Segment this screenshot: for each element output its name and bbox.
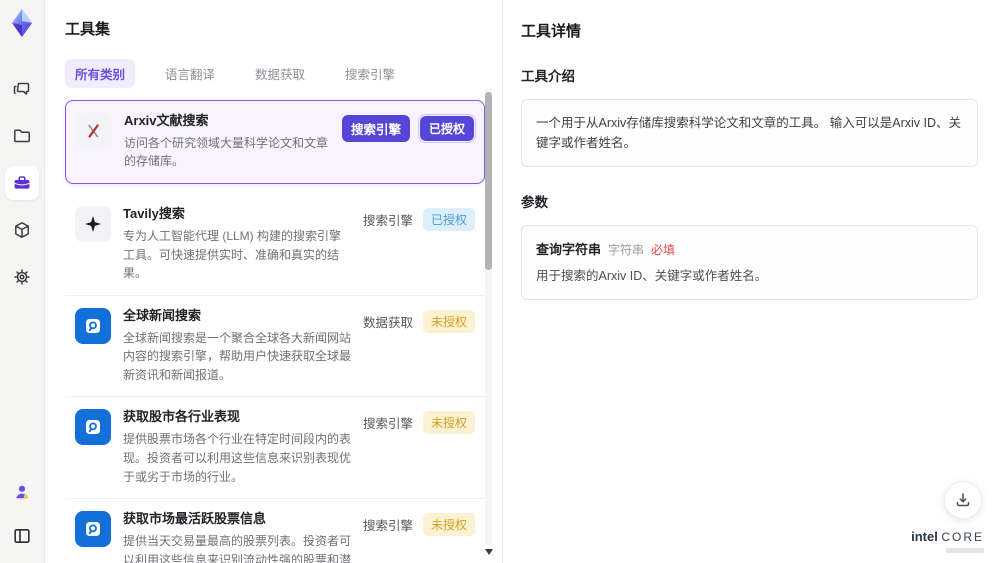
sidebar-item-packages[interactable]	[5, 213, 39, 247]
intro-section-label: 工具介绍	[521, 69, 575, 84]
auth-badge: 未授权	[422, 309, 475, 333]
tool-description: 全球新闻搜索是一个聚合全球各大新闻网站内容的搜索引擎，帮助用户快速获取全球最新资…	[123, 330, 352, 382]
briefcase-icon	[12, 173, 32, 193]
tool-name: Tavily搜索	[123, 206, 185, 222]
scrollbar-track[interactable]	[485, 88, 492, 545]
sidebar-item-files[interactable]	[5, 119, 39, 153]
auth-badge: 已授权	[417, 114, 477, 143]
params-section-label: 参数	[521, 195, 548, 210]
panel-icon	[12, 526, 32, 546]
category-tab[interactable]: 所有类别	[65, 59, 136, 88]
tab-label: 搜索引擎	[345, 68, 396, 82]
tool-list: Arxiv文献搜索 访问各个研究领域大量科学论文和文章的存储库。 搜索引擎 已授…	[65, 100, 485, 563]
user-avatar[interactable]	[5, 475, 39, 509]
tool-tags: 数据获取 未授权	[363, 308, 475, 333]
collapse-sidebar-button[interactable]	[5, 519, 39, 553]
cube-icon	[12, 220, 32, 240]
category-tag: 搜索引擎	[362, 417, 413, 432]
tab-label: 语言翻译	[165, 68, 216, 82]
sidebar-item-chat[interactable]	[5, 72, 39, 106]
scrollbar-thumb[interactable]	[485, 92, 492, 270]
page-title: 工具集	[65, 21, 111, 38]
tool-info: Tavily搜索 专为人工智能代理 (LLM) 构建的搜索引擎工具。可快速提供实…	[123, 206, 363, 283]
app-logo-icon[interactable]	[7, 8, 37, 38]
tool-info: 全球新闻搜索 全球新闻搜索是一个聚合全球各大新闻网站内容的搜索引擎，帮助用户快速…	[123, 308, 363, 385]
chat-icon	[12, 79, 32, 99]
param-description: 用于搜索的Arxiv ID、关键字或作者姓名。	[536, 269, 768, 283]
tool-tags: 搜索引擎 未授权	[362, 511, 475, 537]
category-tag: 搜索引擎	[362, 519, 413, 534]
category-tag: 搜索引擎	[362, 214, 413, 229]
tab-label: 数据获取	[255, 68, 306, 82]
left-rail	[0, 0, 45, 563]
tool-description: 专为人工智能代理 (LLM) 构建的搜索引擎工具。可快速提供实时、准确和真实的结…	[123, 228, 342, 281]
tool-name: 获取市场最活跃股票信息	[123, 511, 267, 527]
tool-intro-text: 一个用于从Arxiv存储库搜索科学论文和文章的工具。 输入可以是Arxiv ID…	[521, 99, 978, 167]
tool-name: 全球新闻搜索	[123, 307, 202, 323]
detail-title: 工具详情	[521, 23, 582, 40]
avatar-icon	[12, 482, 32, 502]
sidebar-item-tools[interactable]	[5, 166, 39, 200]
tool-description: 访问各个研究领域大量科学论文和文章的存储库。	[124, 135, 329, 169]
tool-list-item[interactable]: 获取市场最活跃股票信息 提供当天交易量最高的股票列表。投资者可以利用这些信息来识…	[65, 499, 485, 563]
news-search-icon	[75, 409, 111, 446]
param-list: 查询字符串 字符串 必填 用于搜索的Arxiv ID、关键字或作者姓名。	[521, 225, 978, 300]
tool-info: Arxiv文献搜索 访问各个研究领域大量科学论文和文章的存储库。	[124, 113, 342, 171]
download-icon	[954, 491, 972, 509]
download-button[interactable]	[944, 481, 982, 519]
category-tab[interactable]: 语言翻译	[155, 59, 225, 88]
param-header: 查询字符串 字符串 必填	[536, 239, 963, 258]
tool-tags: 搜索引擎 已授权	[341, 113, 477, 143]
brand-core: CORE	[941, 530, 984, 545]
arxiv-icon	[76, 113, 112, 149]
intel-core-logo: intel CORE	[911, 530, 984, 553]
tool-name: 获取股市各行业表现	[123, 409, 241, 425]
auth-badge: 未授权	[422, 513, 475, 537]
tool-info: 获取市场最活跃股票信息 提供当天交易量最高的股票列表。投资者可以利用这些信息来识…	[123, 511, 363, 563]
tab-label: 所有类别	[75, 68, 126, 82]
brand-intel: intel	[911, 529, 938, 545]
tool-info: 获取股市各行业表现 提供股票市场各个行业在特定时间段内的表现。投资者可以利用这些…	[123, 409, 363, 486]
tool-tags: 搜索引擎 已授权	[362, 206, 475, 232]
param-card: 查询字符串 字符串 必填 用于搜索的Arxiv ID、关键字或作者姓名。	[521, 225, 978, 300]
tool-list-item[interactable]: Tavily搜索 专为人工智能代理 (LLM) 构建的搜索引擎工具。可快速提供实…	[65, 194, 485, 296]
tool-list-item[interactable]: Arxiv文献搜索 访问各个研究领域大量科学论文和文章的存储库。 搜索引擎 已授…	[65, 100, 485, 185]
category-tab[interactable]: 搜索引擎	[335, 59, 405, 88]
app-window: 工具集 所有类别 语言翻译 数据获取 搜索引擎 Arxiv文献搜索 访问各个研究…	[0, 0, 1000, 563]
news-search-icon	[75, 307, 111, 344]
sparkle-icon	[75, 206, 111, 243]
tool-list-item[interactable]: 获取股市各行业表现 提供股票市场各个行业在特定时间段内的表现。投资者可以利用这些…	[65, 397, 485, 500]
folder-icon	[12, 126, 32, 146]
tool-description: 提供当天交易量最高的股票列表。投资者可以利用这些信息来识别流动性强的股票和潜在的…	[123, 533, 352, 563]
brand-subline	[946, 548, 984, 553]
category-tabs: 所有类别 语言翻译 数据获取 搜索引擎	[65, 59, 502, 88]
tool-tags: 搜索引擎 未授权	[362, 409, 475, 435]
param-name: 查询字符串	[536, 242, 602, 257]
category-tab[interactable]: 数据获取	[245, 59, 315, 88]
tool-name: Arxiv文献搜索	[124, 113, 209, 128]
tool-list-pane: 工具集 所有类别 语言翻译 数据获取 搜索引擎 Arxiv文献搜索 访问各个研究…	[45, 0, 502, 563]
tool-detail-pane: 工具详情 工具介绍 一个用于从Arxiv存储库搜索科学论文和文章的工具。 输入可…	[502, 0, 1000, 563]
news-search-icon	[75, 511, 111, 548]
gear-icon	[12, 267, 32, 287]
param-type: 字符串	[608, 243, 645, 257]
auth-badge: 已授权	[422, 208, 475, 232]
tool-description: 提供股票市场各个行业在特定时间段内的表现。投资者可以利用这些信息来识别表现优于或…	[123, 432, 352, 484]
tool-list-item[interactable]: 全球新闻搜索 全球新闻搜索是一个聚合全球各大新闻网站内容的搜索引擎，帮助用户快速…	[65, 295, 485, 398]
scroll-down-arrow-icon[interactable]	[485, 549, 493, 555]
sidebar-item-settings[interactable]	[5, 260, 39, 294]
auth-badge: 未授权	[422, 411, 475, 435]
category-tag: 搜索引擎	[341, 115, 410, 142]
param-required-badge: 必填	[651, 243, 676, 257]
category-tag: 数据获取	[362, 315, 413, 330]
